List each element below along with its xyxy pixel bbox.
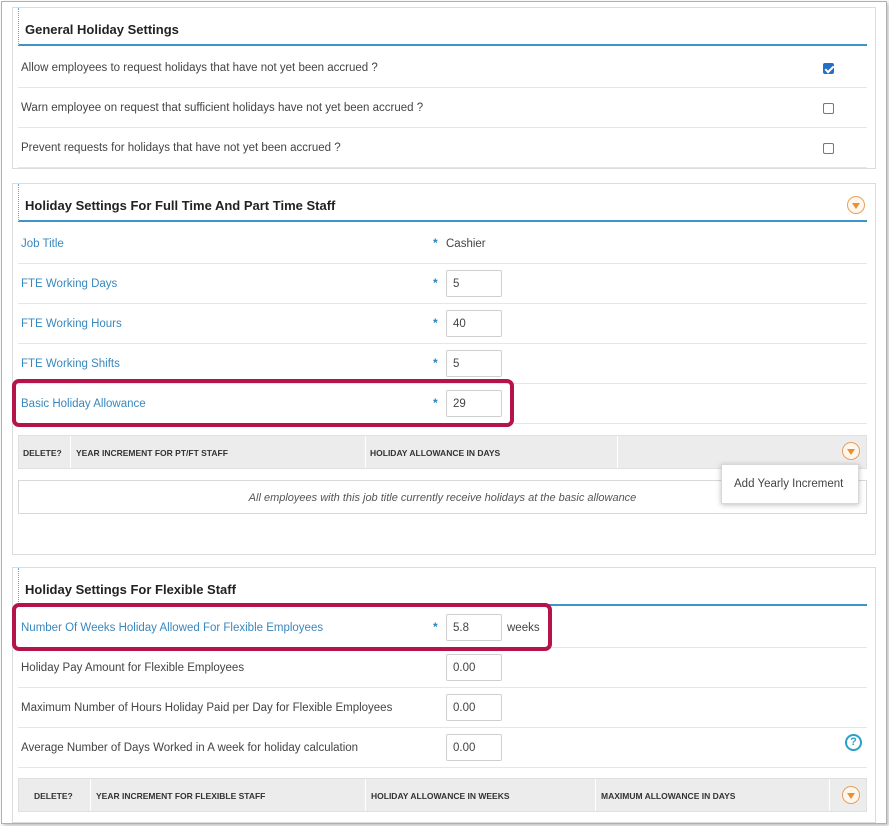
allow-unaccrued-checkbox[interactable]: [823, 63, 834, 74]
help-icon[interactable]: ?: [845, 734, 862, 751]
setting-row-warn-unaccrued: Warn employee on request that sufficient…: [18, 88, 867, 128]
flexible-settings-title: Holiday Settings For Flexible Staff: [25, 582, 236, 597]
max-hours-label: Maximum Number of Hours Holiday Paid per…: [21, 702, 393, 714]
general-settings-title: General Holiday Settings: [25, 22, 179, 37]
flexible-weeks-row: Number Of Weeks Holiday Allowed For Flex…: [18, 608, 867, 648]
col-delete: DELETE?: [19, 779, 91, 811]
fulltime-settings-header: Holiday Settings For Full Time And Part …: [18, 184, 867, 222]
fulltime-collapse-toggle-icon[interactable]: [847, 196, 865, 214]
flexible-settings-header: Holiday Settings For Flexible Staff: [18, 568, 867, 606]
required-marker: *: [433, 316, 438, 330]
basic-allowance-input[interactable]: 29: [446, 390, 502, 417]
setting-row-prevent-unaccrued: Prevent requests for holidays that have …: [18, 128, 867, 168]
warn-unaccrued-checkbox[interactable]: [823, 103, 834, 114]
fte-shifts-input[interactable]: 5: [446, 350, 502, 377]
required-marker: *: [433, 620, 438, 634]
required-marker: *: [433, 396, 438, 410]
max-hours-input[interactable]: 0.00: [446, 694, 502, 721]
avg-days-row: Average Number of Days Worked in A week …: [18, 728, 867, 768]
add-increment-menu: Add Yearly Increment: [721, 464, 859, 504]
general-settings-panel: General Holiday Settings Allow employees…: [12, 7, 876, 169]
basic-allowance-label: Basic Holiday Allowance: [21, 398, 146, 410]
col-delete: DELETE?: [19, 436, 71, 468]
add-yearly-increment-menu-item[interactable]: Add Yearly Increment: [734, 478, 843, 490]
weeks-unit-label: weeks: [507, 622, 540, 634]
fte-days-label: FTE Working Days: [21, 278, 118, 290]
required-marker: *: [433, 236, 438, 250]
flexible-increment-table-header: DELETE? YEAR INCREMENT FOR FLEXIBLE STAF…: [18, 778, 867, 812]
prevent-unaccrued-checkbox[interactable]: [823, 143, 834, 154]
job-title-value: Cashier: [446, 238, 486, 250]
avg-days-input[interactable]: 0.00: [446, 734, 502, 761]
flexible-table-menu-toggle-icon[interactable]: [842, 786, 860, 804]
fte-hours-input[interactable]: 40: [446, 310, 502, 337]
warn-unaccrued-label: Warn employee on request that sufficient…: [21, 102, 424, 114]
holiday-pay-label: Holiday Pay Amount for Flexible Employee…: [21, 662, 245, 674]
col-holiday-allowance-days: HOLIDAY ALLOWANCE IN DAYS: [366, 436, 618, 468]
flexible-weeks-input[interactable]: 5.8: [446, 614, 502, 641]
fte-hours-row: FTE Working Hours * 40: [18, 304, 867, 344]
col-year-increment: YEAR INCREMENT FOR PT/FT STAFF: [71, 436, 366, 468]
holiday-pay-row: Holiday Pay Amount for Flexible Employee…: [18, 648, 867, 688]
holiday-pay-input[interactable]: 0.00: [446, 654, 502, 681]
flexible-weeks-label: Number Of Weeks Holiday Allowed For Flex…: [21, 622, 324, 634]
flexible-settings-panel: Holiday Settings For Flexible Staff Numb…: [12, 567, 876, 823]
allow-unaccrued-label: Allow employees to request holidays that…: [21, 62, 378, 74]
col-year-increment-flexible: YEAR INCREMENT FOR FLEXIBLE STAFF: [91, 779, 366, 811]
fte-days-input[interactable]: 5: [446, 270, 502, 297]
job-title-label: Job Title: [21, 238, 64, 250]
job-title-row: Job Title * Cashier: [18, 224, 867, 264]
max-hours-row: Maximum Number of Hours Holiday Paid per…: [18, 688, 867, 728]
fte-hours-label: FTE Working Hours: [21, 318, 122, 330]
fulltime-settings-title: Holiday Settings For Full Time And Part …: [25, 198, 336, 213]
basic-allowance-row: Basic Holiday Allowance * 29: [18, 384, 867, 424]
col-holiday-allowance-weeks: HOLIDAY ALLOWANCE IN WEEKS: [366, 779, 596, 811]
required-marker: *: [433, 276, 438, 290]
col-maximum-allowance-days: MAXIMUM ALLOWANCE IN DAYS: [596, 779, 830, 811]
table-menu-toggle-icon[interactable]: [842, 442, 860, 460]
general-settings-header: General Holiday Settings: [18, 8, 867, 46]
prevent-unaccrued-label: Prevent requests for holidays that have …: [21, 142, 341, 154]
fte-shifts-label: FTE Working Shifts: [21, 358, 120, 370]
fte-days-row: FTE Working Days * 5: [18, 264, 867, 304]
setting-row-allow-unaccrued: Allow employees to request holidays that…: [18, 48, 867, 88]
fte-shifts-row: FTE Working Shifts * 5: [18, 344, 867, 384]
required-marker: *: [433, 356, 438, 370]
avg-days-label: Average Number of Days Worked in A week …: [21, 742, 359, 754]
settings-window: General Holiday Settings Allow employees…: [1, 1, 887, 824]
